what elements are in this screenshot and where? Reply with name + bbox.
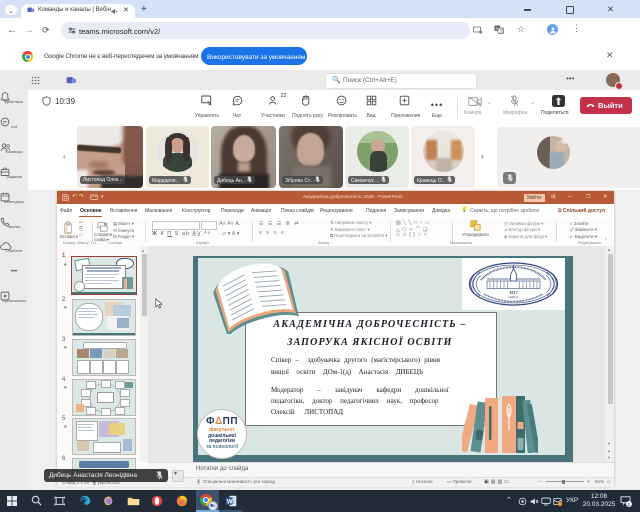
- svg-text:W: W: [227, 499, 233, 505]
- svg-text:1817: 1817: [509, 290, 518, 295]
- svg-text:ОДЕСА: ОДЕСА: [509, 295, 520, 299]
- svg-text:文: 文: [499, 28, 504, 35]
